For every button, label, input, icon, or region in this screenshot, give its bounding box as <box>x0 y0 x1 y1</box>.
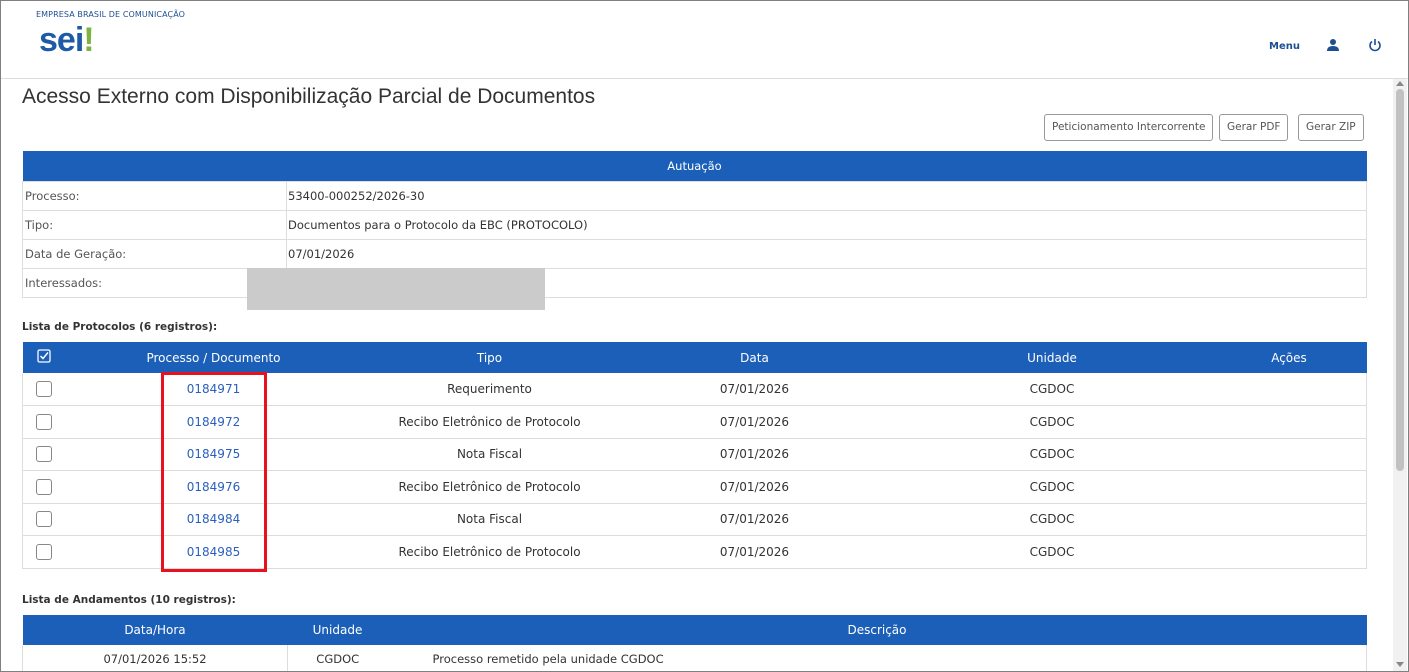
data-cell: 07/01/2026 <box>616 373 893 406</box>
data-cell: 07/01/2026 <box>616 405 893 439</box>
redacted-block <box>247 268 545 310</box>
sei-logo[interactable]: sei! <box>39 21 95 59</box>
scroll-thumb[interactable] <box>1396 89 1404 471</box>
unidade-cell: CGDOC <box>892 373 1212 406</box>
tipo-cell: Requerimento <box>362 373 617 406</box>
row-checkbox[interactable] <box>35 413 52 430</box>
andamentos-caption: Lista de Andamentos (10 registros): <box>22 594 236 606</box>
row-checkbox-cell <box>22 470 65 504</box>
select-all-cell[interactable] <box>23 342 65 373</box>
descricao-cell: Processo remetido pela unidade CGDOC <box>387 645 1367 671</box>
col-acoes: Ações <box>1271 350 1307 365</box>
logo-mark: ! <box>83 21 94 59</box>
col-data-hora[interactable]: Data/Hora <box>23 615 288 645</box>
row-checkbox[interactable] <box>35 381 52 397</box>
scroll-down-icon[interactable] <box>1396 662 1404 667</box>
autuacao-table: Autuação Processo: 53400-000252/2026-30 … <box>22 151 1367 298</box>
data-cell: 07/01/2026 <box>616 438 893 471</box>
unidade-cell: CGDOC <box>892 405 1212 439</box>
user-icon[interactable] <box>1326 38 1340 52</box>
logo-text: sei <box>39 21 84 59</box>
col-processo-documento[interactable]: Processo / Documento <box>65 342 363 373</box>
menu-link[interactable]: Menu <box>1269 41 1300 52</box>
andamentos-table: Data/Hora Unidade Descrição 07/01/2026 1… <box>22 615 1367 671</box>
row-checkbox-cell <box>22 405 65 439</box>
unidade-cell: CGDOC <box>892 535 1212 569</box>
col-unidade-andamento[interactable]: Unidade <box>288 615 388 645</box>
acoes-cell <box>1211 373 1367 406</box>
row-checkbox-cell <box>22 535 65 569</box>
row-checkbox-cell <box>22 438 65 471</box>
red-highlight-box <box>161 372 267 572</box>
processo-value: 53400-000252/2026-30 <box>286 180 1367 211</box>
acoes-cell <box>1211 470 1367 504</box>
data-cell: 07/01/2026 <box>616 470 893 504</box>
row-checkbox[interactable] <box>35 543 52 560</box>
browser-frame: EMPRESA BRASIL DE COMUNICAÇÃO sei! Menu … <box>0 0 1409 672</box>
protocolos-header-row: Processo / Documento Tipo Data Unidade A… <box>22 342 1367 373</box>
row-checkbox-cell <box>22 503 65 536</box>
row-checkbox[interactable] <box>35 511 52 528</box>
vertical-scrollbar[interactable] <box>1393 79 1407 671</box>
unidade-cell: CGDOC <box>892 438 1212 471</box>
row-checkbox[interactable] <box>35 478 52 495</box>
scroll-up-icon[interactable] <box>1396 81 1404 86</box>
gerar-pdf-button[interactable]: Gerar PDF <box>1219 114 1289 141</box>
andamentos-header-row: Data/Hora Unidade Descrição <box>22 615 1367 645</box>
protocolos-caption: Lista de Protocolos (6 registros): <box>22 321 218 333</box>
gerar-zip-button[interactable]: Gerar ZIP <box>1298 114 1364 141</box>
acoes-cell <box>1211 438 1367 471</box>
acoes-cell <box>1211 535 1367 569</box>
select-all-checkbox-icon[interactable] <box>36 349 51 363</box>
acoes-cell <box>1211 405 1367 439</box>
organization-name: EMPRESA BRASIL DE COMUNICAÇÃO <box>36 10 186 19</box>
data-geracao-value: 07/01/2026 <box>286 238 1367 269</box>
table-row: 07/01/2026 15:52 CGDOC Processo remetido… <box>22 645 1367 671</box>
col-descricao[interactable]: Descrição <box>388 615 1367 645</box>
data-cell: 07/01/2026 <box>616 503 893 536</box>
tipo-label: Tipo: <box>22 209 287 240</box>
unidade-cell: CGDOC <box>892 470 1212 504</box>
peticionamento-intercorrente-button[interactable]: Peticionamento Intercorrente <box>1044 114 1214 141</box>
autuacao-heading: Autuação <box>667 158 722 173</box>
col-tipo[interactable]: Tipo <box>363 342 617 373</box>
tipo-value: Documentos para o Protocolo da EBC (PROT… <box>286 209 1367 240</box>
tipo-cell: Nota Fiscal <box>362 503 617 536</box>
row-checkbox[interactable] <box>35 446 52 463</box>
col-data[interactable]: Data <box>617 342 893 373</box>
data-cell: 07/01/2026 <box>616 535 893 569</box>
data-geracao-label: Data de Geração: <box>22 238 287 269</box>
tipo-cell: Recibo Eletrônico de Protocolo <box>362 535 617 569</box>
tipo-cell: Recibo Eletrônico de Protocolo <box>362 405 617 439</box>
page-title: Acesso Externo com Disponibilização Parc… <box>22 85 596 108</box>
col-unidade[interactable]: Unidade <box>893 342 1212 373</box>
datahora-cell: 07/01/2026 15:52 <box>22 645 288 671</box>
unidade-cell: CGDOC <box>316 652 360 666</box>
unidade-cell: CGDOC <box>892 503 1212 536</box>
acoes-cell <box>1211 503 1367 536</box>
processo-label: Processo: <box>22 180 287 211</box>
power-icon[interactable] <box>1368 38 1382 52</box>
tipo-cell: Recibo Eletrônico de Protocolo <box>362 470 617 504</box>
top-header: EMPRESA BRASIL DE COMUNICAÇÃO sei! Menu <box>1 1 1408 79</box>
tipo-cell: Nota Fiscal <box>362 438 617 471</box>
row-checkbox-cell <box>22 373 65 406</box>
